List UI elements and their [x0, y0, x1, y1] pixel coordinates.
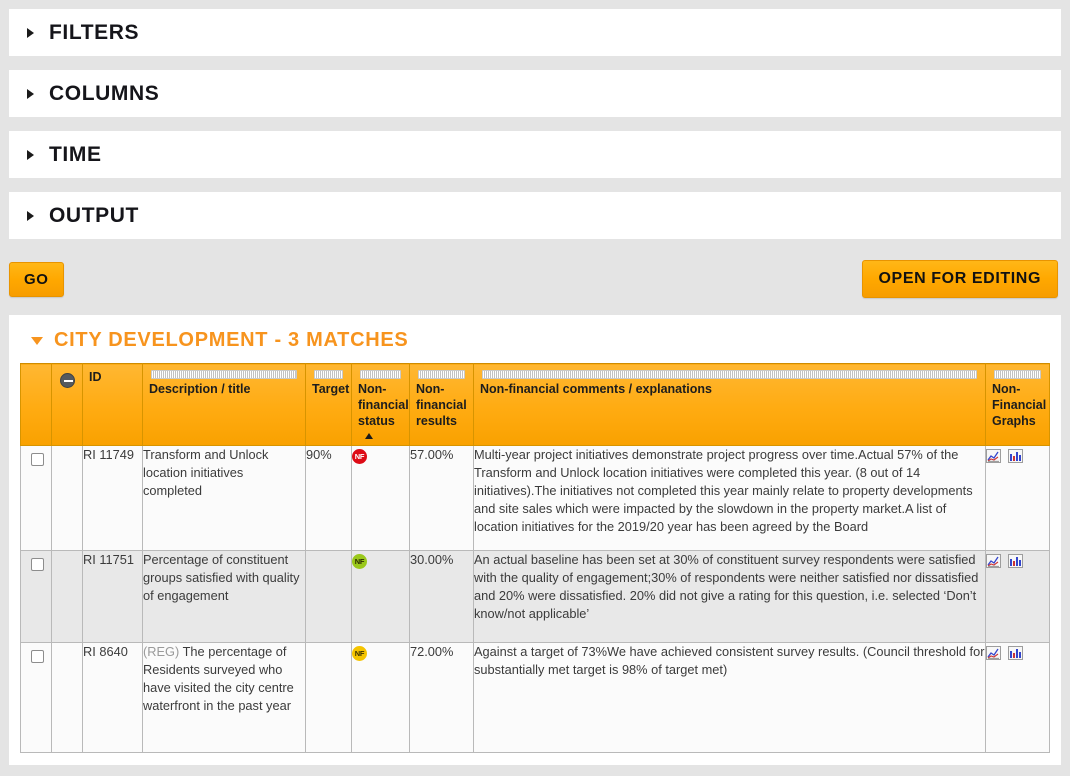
- row-status-cell: NF: [351, 445, 410, 551]
- row-expand-cell[interactable]: [51, 445, 83, 551]
- column-label-nonfinancial-comments: Non-financial comments / explanations: [480, 382, 712, 396]
- column-label-nonfinancial-status: Non-financial status: [358, 382, 409, 428]
- page-root: FILTERS COLUMNS TIME OUTPUT GO OPEN FOR …: [0, 0, 1070, 776]
- triangle-right-icon: [27, 210, 34, 221]
- row-graphs-cell: [985, 445, 1050, 551]
- line-chart-icon[interactable]: [986, 448, 1001, 463]
- triangle-right-icon: [27, 27, 34, 38]
- triangle-right-icon: [27, 88, 34, 99]
- line-chart-icon[interactable]: [986, 553, 1001, 568]
- results-panel: CITY DEVELOPMENT - 3 MATCHES ID Descript…: [9, 315, 1061, 765]
- accordion-panel-time[interactable]: TIME: [9, 131, 1061, 178]
- minus-circle-icon[interactable]: [59, 373, 75, 388]
- row-reg-tag: (REG): [143, 644, 180, 659]
- results-title-row[interactable]: CITY DEVELOPMENT - 3 MATCHES: [20, 327, 1050, 363]
- status-badge: NF: [352, 646, 367, 661]
- accordion-panel-filters[interactable]: FILTERS: [9, 9, 1061, 56]
- column-header-collapse[interactable]: [51, 363, 83, 446]
- accordion-panel-columns[interactable]: COLUMNS: [9, 70, 1061, 117]
- column-label-description: Description / title: [149, 382, 251, 396]
- row-checkbox-cell[interactable]: [20, 550, 52, 643]
- column-header-nonfinancial-comments[interactable]: Non-financial comments / explanations: [473, 363, 986, 446]
- row-results: 57.00%: [409, 445, 474, 551]
- open-for-editing-button[interactable]: OPEN FOR EDITING: [861, 260, 1058, 298]
- table-body: RI 11749 Transform and Unlock location i…: [20, 445, 1050, 753]
- column-header-id[interactable]: ID: [82, 363, 143, 446]
- bar-chart-icon[interactable]: [1007, 448, 1023, 463]
- table-row: RI 11749 Transform and Unlock location i…: [20, 445, 1050, 551]
- column-header-target[interactable]: Target: [305, 363, 352, 446]
- row-comments: An actual baseline has been set at 30% o…: [473, 550, 986, 643]
- row-target: 90%: [305, 445, 352, 551]
- accordion-label-columns: COLUMNS: [49, 81, 160, 105]
- accordion-label-time: TIME: [49, 142, 102, 166]
- row-description-text: Percentage of constituent groups satisfi…: [143, 552, 300, 603]
- row-results: 30.00%: [409, 550, 474, 643]
- triangle-right-icon: [27, 149, 34, 160]
- column-resize-grip-icon[interactable]: [314, 370, 343, 379]
- column-header-nonfinancial-graphs[interactable]: Non-Financial Graphs: [985, 363, 1050, 446]
- row-comments: Multi-year project initiatives demonstra…: [473, 445, 986, 551]
- line-chart-icon[interactable]: [986, 645, 1001, 660]
- column-header-select-all[interactable]: [20, 363, 52, 446]
- row-status-cell: NF: [351, 642, 410, 753]
- row-target: [305, 550, 352, 643]
- sort-ascending-icon[interactable]: [365, 433, 373, 439]
- row-description-text: Transform and Unlock location initiative…: [143, 447, 269, 498]
- column-label-nonfinancial-results: Non-financial results: [416, 382, 467, 428]
- table-row: RI 11751 Percentage of constituent group…: [20, 550, 1050, 643]
- row-expand-cell[interactable]: [51, 642, 83, 753]
- row-checkbox-cell[interactable]: [20, 445, 52, 551]
- bar-chart-icon[interactable]: [1007, 645, 1023, 660]
- column-resize-grip-icon[interactable]: [151, 370, 297, 379]
- accordion-label-filters: FILTERS: [49, 20, 140, 44]
- row-expand-cell[interactable]: [51, 550, 83, 643]
- column-header-description[interactable]: Description / title: [142, 363, 306, 446]
- results-title: CITY DEVELOPMENT - 3 MATCHES: [54, 329, 409, 351]
- row-checkbox-cell[interactable]: [20, 642, 52, 753]
- table-header-row: ID Description / title Target Non-financ…: [20, 363, 1050, 446]
- row-graphs-cell: [985, 642, 1050, 753]
- bar-chart-icon[interactable]: [1007, 553, 1023, 568]
- row-graphs-cell: [985, 550, 1050, 643]
- row-id: RI 8640: [82, 642, 143, 753]
- row-status-cell: NF: [351, 550, 410, 643]
- row-checkbox[interactable]: [31, 650, 44, 663]
- row-checkbox[interactable]: [31, 558, 44, 571]
- column-resize-grip-icon[interactable]: [482, 370, 977, 379]
- status-badge: NF: [352, 554, 367, 569]
- row-id: RI 11749: [82, 445, 143, 551]
- row-description: Percentage of constituent groups satisfi…: [142, 550, 306, 643]
- row-results: 72.00%: [409, 642, 474, 753]
- column-header-nonfinancial-status[interactable]: Non-financial status: [351, 363, 410, 446]
- search-accordion: FILTERS COLUMNS TIME OUTPUT: [0, 0, 1070, 239]
- accordion-label-output: OUTPUT: [49, 203, 139, 227]
- action-bar: GO OPEN FOR EDITING: [0, 253, 1070, 305]
- column-label-id: ID: [89, 370, 102, 384]
- go-button[interactable]: GO: [9, 261, 64, 297]
- row-checkbox[interactable]: [31, 453, 44, 466]
- column-label-target: Target: [312, 382, 350, 396]
- row-target: [305, 642, 352, 753]
- triangle-down-icon: [31, 336, 43, 345]
- column-resize-grip-icon[interactable]: [360, 370, 401, 379]
- row-description: (REG) The percentage of Residents survey…: [142, 642, 306, 753]
- column-label-nonfinancial-graphs: Non-Financial Graphs: [992, 382, 1047, 428]
- accordion-panel-output[interactable]: OUTPUT: [9, 192, 1061, 239]
- row-description: Transform and Unlock location initiative…: [142, 445, 306, 551]
- column-resize-grip-icon[interactable]: [418, 370, 465, 379]
- column-resize-grip-icon[interactable]: [994, 370, 1041, 379]
- column-header-nonfinancial-results[interactable]: Non-financial results: [409, 363, 474, 446]
- results-table: ID Description / title Target Non-financ…: [20, 363, 1050, 753]
- table-row: RI 8640 (REG) The percentage of Resident…: [20, 642, 1050, 753]
- row-id: RI 11751: [82, 550, 143, 643]
- row-comments: Against a target of 73%We have achieved …: [473, 642, 986, 753]
- status-badge: NF: [352, 449, 367, 464]
